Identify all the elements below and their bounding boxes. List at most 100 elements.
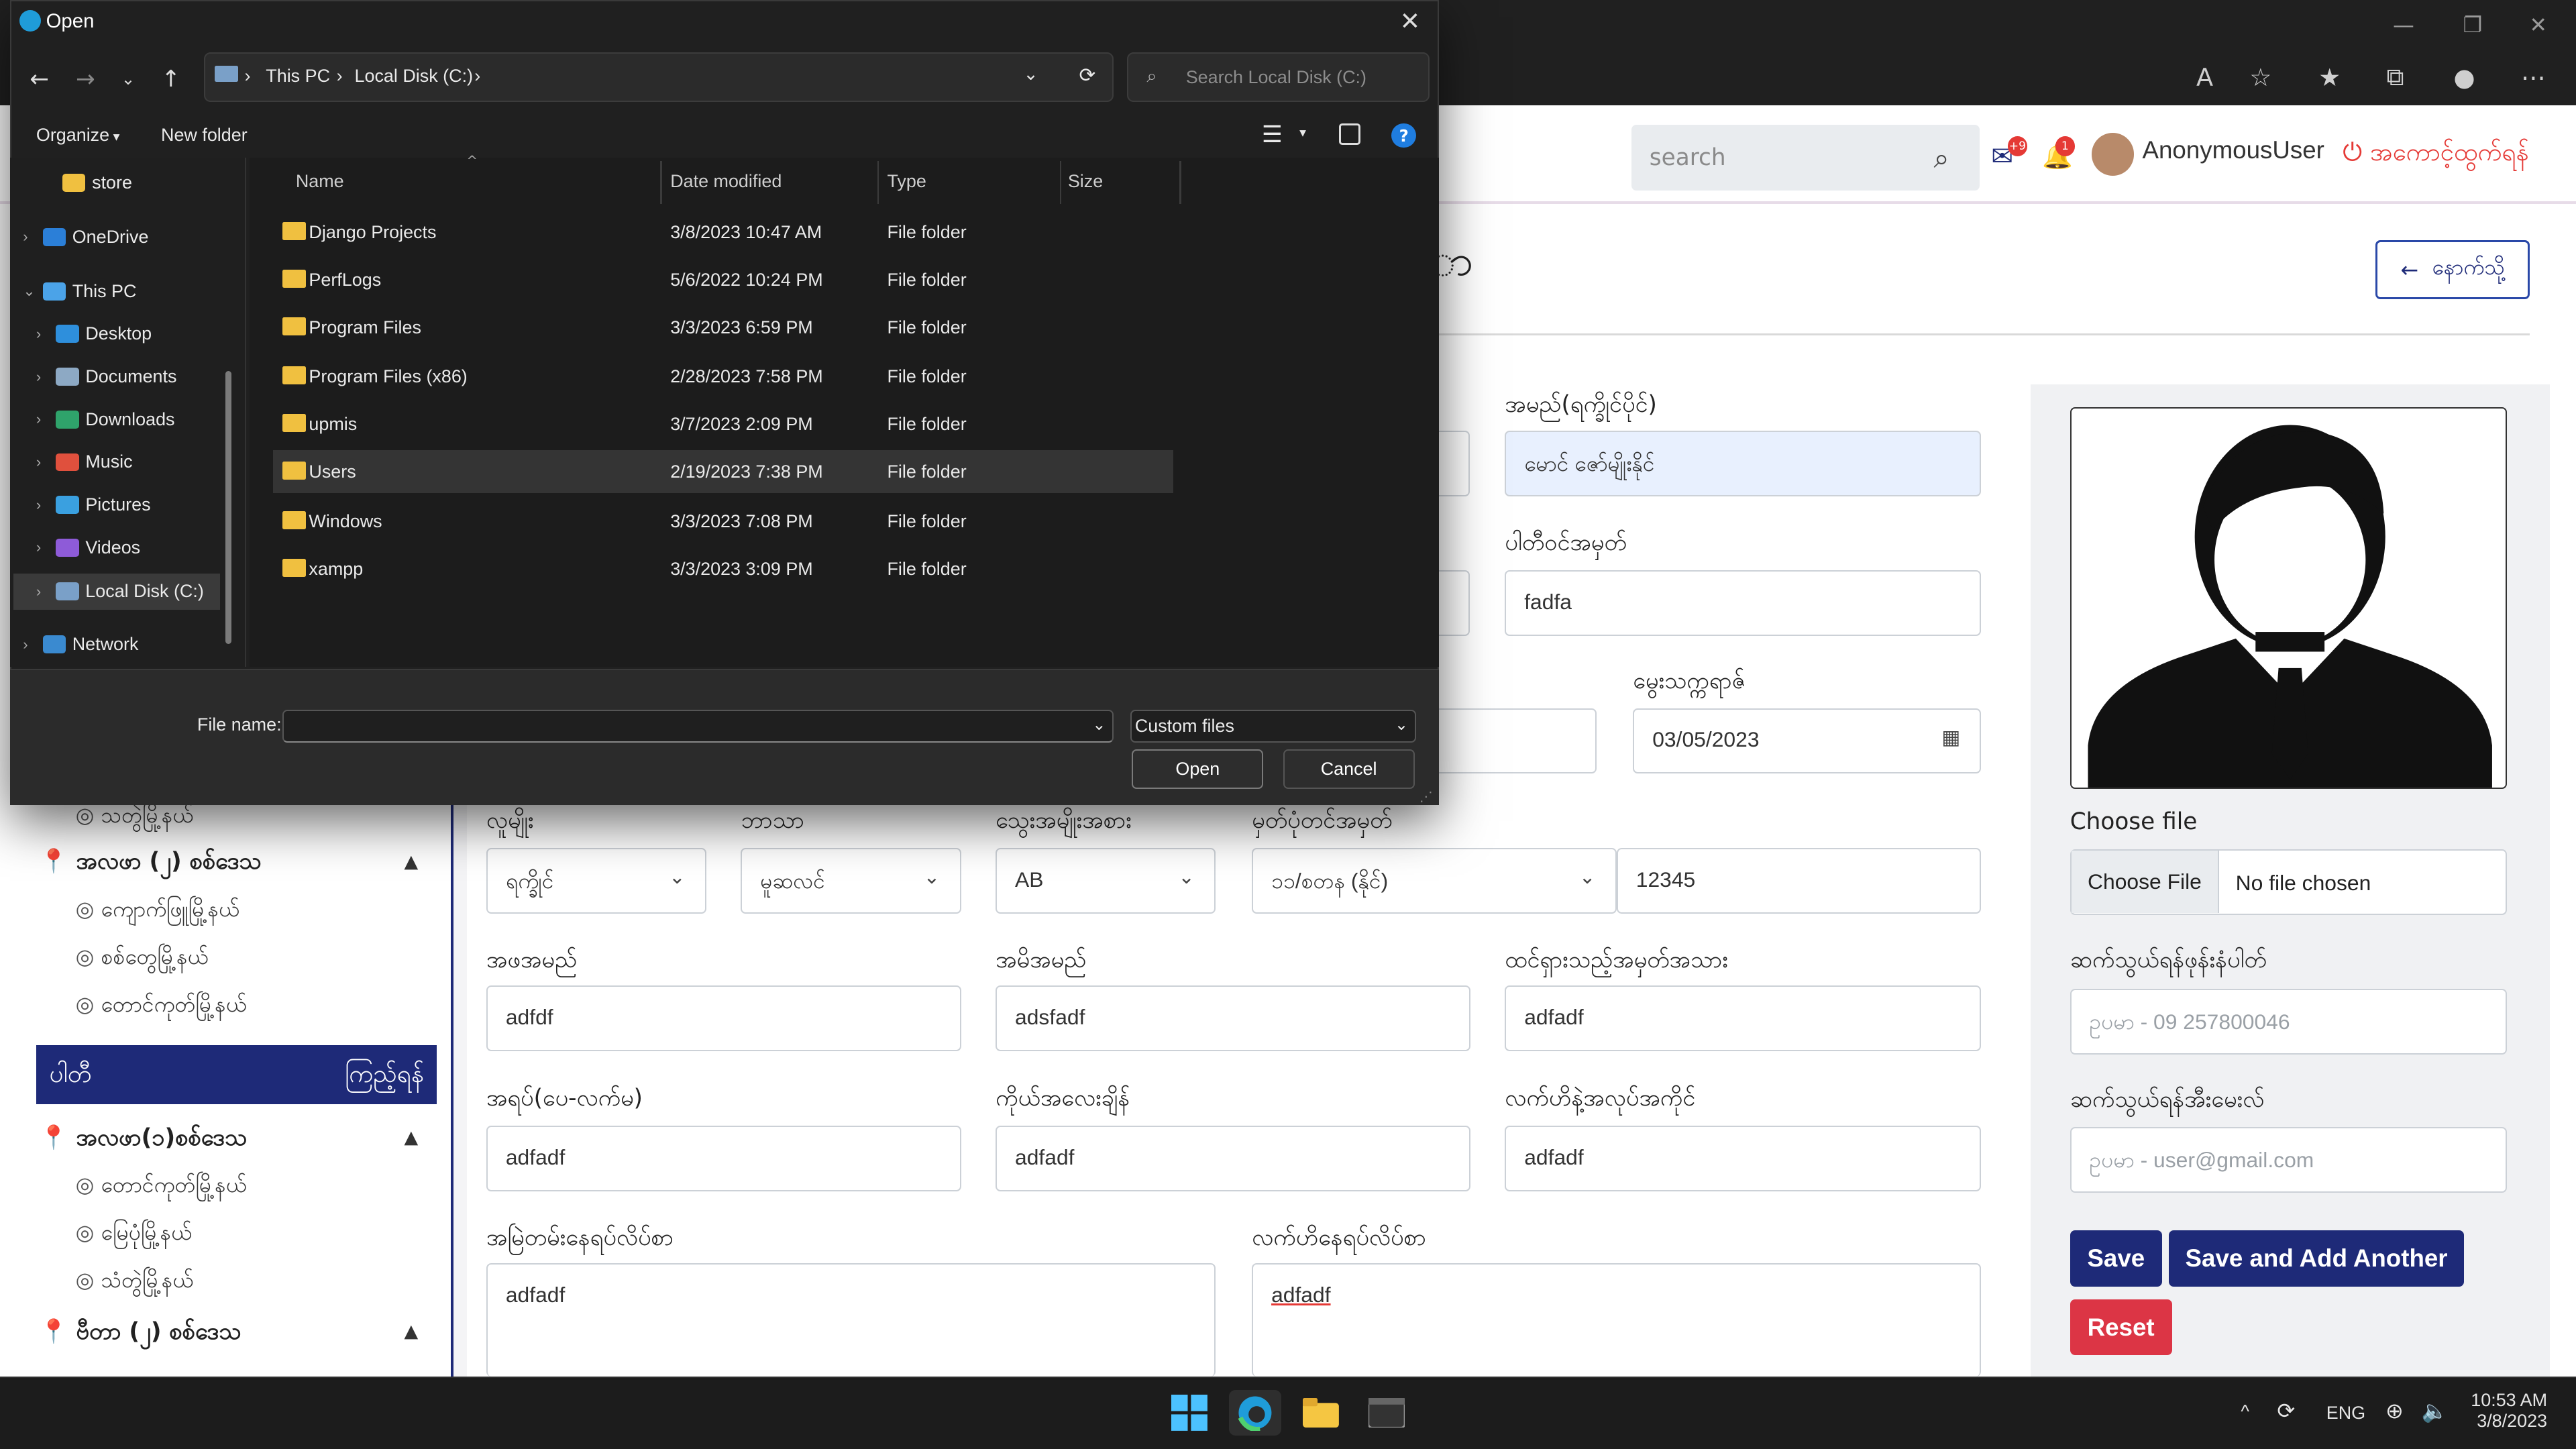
collapse-icon[interactable]: ▲: [404, 1321, 418, 1342]
expand-icon[interactable]: ›: [23, 636, 42, 653]
collapse-icon[interactable]: ⌄: [23, 282, 42, 300]
sidebar-active-item[interactable]: ပါတီ ကြည့်ရန်: [36, 1044, 437, 1104]
nav-item-documents[interactable]: › Documents: [36, 366, 177, 387]
read-aloud-icon[interactable]: A: [2182, 59, 2228, 95]
nrc-select[interactable]: ၁၁/စတန (နိုင်) ⌄: [1252, 847, 1617, 914]
mother-field[interactable]: adsfadf: [996, 985, 1470, 1052]
breadcrumb-this-pc[interactable]: This PC: [266, 66, 330, 87]
restore-icon[interactable]: ❐: [2434, 0, 2510, 49]
file-type-filter[interactable]: Custom files ⌄: [1130, 709, 1417, 743]
sidebar-item[interactable]: ◎ သတွဲမြို့နယ်: [76, 802, 193, 833]
nav-item-local-disk[interactable]: › Local Disk (C:): [13, 573, 221, 610]
language-indicator[interactable]: ENG: [2326, 1403, 2365, 1424]
recent-dropdown-icon[interactable]: ⌄: [109, 62, 148, 95]
favorite-add-icon[interactable]: ☆: [2238, 59, 2284, 95]
refresh-icon[interactable]: ⟳: [1079, 64, 1096, 87]
file-row[interactable]: Program Files (x86) 2/28/2023 7:58 PM File…: [273, 355, 1173, 398]
sidebar-item[interactable]: ◎ သံတွဲမြို့နယ်: [76, 1267, 193, 1298]
religion-select[interactable]: မူဆလင် ⌄: [741, 847, 961, 914]
address-dropdown-icon[interactable]: ⌄: [1023, 64, 1038, 85]
site-search-input[interactable]: search: [1631, 125, 1980, 191]
sidebar-item[interactable]: ◎ တောင်ကုတ်မြို့နယ်: [76, 1171, 247, 1203]
sidebar-item[interactable]: ◎ ကျောက်ဖြူမြို့နယ်: [76, 896, 239, 927]
nav-item-store[interactable]: store: [62, 172, 132, 193]
nav-scrollbar[interactable]: [225, 371, 232, 644]
logout-link[interactable]: ⏻ အကောင့်ထွက်ရန်: [2343, 136, 2528, 172]
expand-icon[interactable]: ›: [23, 228, 42, 246]
file-row[interactable]: upmis 3/7/2023 2:09 PM File folder: [273, 402, 1173, 445]
collapse-icon[interactable]: ▲: [404, 851, 418, 872]
sidebar-group-3[interactable]: 📍 ဗီတာ (၂) စစ်ဒေသ: [40, 1316, 241, 1350]
chevron-down-icon[interactable]: ▾: [1299, 125, 1306, 141]
nav-item-desktop[interactable]: › Desktop: [36, 323, 152, 344]
nav-item-onedrive[interactable]: › OneDrive: [23, 227, 148, 248]
file-row[interactable]: Windows 3/3/2023 7:08 PM File folder: [273, 499, 1173, 542]
email-input[interactable]: ဥပမာ - user@gmail.com: [2070, 1127, 2508, 1193]
clock[interactable]: 10:53 AM 3/8/2023: [2471, 1390, 2547, 1432]
column-type[interactable]: Type: [887, 171, 926, 192]
nav-item-pictures[interactable]: › Pictures: [36, 494, 151, 515]
new-folder-button[interactable]: New folder: [161, 125, 248, 146]
father-field[interactable]: adfdf: [486, 985, 961, 1052]
reset-button[interactable]: Reset: [2070, 1299, 2172, 1356]
breadcrumb-local-disk[interactable]: Local Disk (C:): [355, 66, 474, 87]
save-button[interactable]: Save: [2070, 1230, 2162, 1287]
mark-field[interactable]: adfadf: [1505, 985, 1982, 1052]
column-date[interactable]: Date modified: [670, 171, 782, 192]
back-button[interactable]: ← နောက်သို့: [2375, 239, 2530, 299]
terminal-icon[interactable]: [1360, 1390, 1413, 1436]
column-name[interactable]: Name: [296, 171, 344, 192]
file-row-selected[interactable]: Users 2/19/2023 7:38 PM File folder: [272, 450, 1173, 493]
back-arrow-icon[interactable]: ←: [19, 62, 59, 95]
edge-icon[interactable]: [1228, 1389, 1282, 1436]
up-arrow-icon[interactable]: ↑: [151, 62, 191, 95]
collapse-icon[interactable]: ▲: [404, 1127, 418, 1148]
user-name[interactable]: AnonymousUser: [2142, 136, 2324, 164]
curr-addr-field[interactable]: adfadf: [1252, 1263, 1982, 1377]
nav-item-network[interactable]: › Network: [23, 634, 138, 655]
column-separator[interactable]: [660, 161, 662, 204]
dialog-close-icon[interactable]: ✕: [1400, 7, 1421, 36]
expand-icon[interactable]: ›: [36, 325, 56, 343]
address-bar[interactable]: › This PC › Local Disk (C:) › ⌄ ⟳: [203, 52, 1114, 102]
preview-pane-icon[interactable]: [1338, 123, 1360, 145]
nav-item-downloads[interactable]: › Downloads: [36, 409, 175, 430]
favorites-icon[interactable]: ★: [2306, 59, 2353, 95]
resize-grip-icon[interactable]: ⋰: [1419, 789, 1433, 804]
dob-field[interactable]: 03/05/2023 ▦: [1633, 708, 1982, 774]
sync-icon[interactable]: ⟳: [2277, 1398, 2295, 1424]
column-separator[interactable]: [877, 161, 879, 204]
column-size[interactable]: Size: [1068, 171, 1103, 192]
phone-input[interactable]: ဥပမာ - 09 257800046: [2070, 989, 2508, 1055]
calendar-icon[interactable]: ▦: [1941, 726, 1960, 749]
expand-icon[interactable]: ›: [36, 539, 56, 556]
work-field[interactable]: adfadf: [1505, 1125, 1982, 1191]
network-icon[interactable]: ⊕: [2385, 1398, 2404, 1424]
close-window-icon[interactable]: ✕: [2500, 0, 2576, 49]
volume-icon[interactable]: 🔈: [2422, 1398, 2449, 1424]
expand-icon[interactable]: ›: [36, 453, 56, 471]
file-row[interactable]: xampp 3/3/2023 3:09 PM File folder: [273, 547, 1173, 590]
profile-icon[interactable]: ●: [2441, 59, 2487, 95]
sidebar-item[interactable]: ◎ စစ်တွေမြို့နယ်: [76, 943, 209, 975]
expand-icon[interactable]: ›: [36, 411, 56, 428]
nrc-number-field[interactable]: 12345: [1616, 847, 1982, 914]
file-explorer-icon[interactable]: [1295, 1390, 1347, 1436]
race-select[interactable]: ရက္ခိုင် ⌄: [486, 847, 707, 914]
expand-icon[interactable]: ›: [36, 368, 56, 386]
minimize-icon[interactable]: —: [2366, 0, 2442, 49]
organize-menu[interactable]: Organize ▾: [36, 125, 120, 146]
help-icon[interactable]: ?: [1391, 123, 1417, 148]
file-input[interactable]: Choose File No file chosen: [2070, 849, 2508, 916]
file-row[interactable]: PerfLogs 5/6/2022 10:24 PM File folder: [273, 258, 1173, 301]
choose-file-button[interactable]: Choose File: [2071, 851, 2220, 914]
view-options-icon[interactable]: ☰: [1262, 121, 1283, 148]
passport-field[interactable]: fadfa: [1505, 570, 1982, 636]
chevron-down-icon[interactable]: ⌄: [1092, 714, 1106, 735]
sidebar-group-2[interactable]: 📍 အလဖာ(၁)စစ်ဒေသ: [40, 1122, 247, 1157]
file-row[interactable]: Django Projects 3/8/2023 10:47 AM File fol…: [273, 210, 1173, 253]
column-separator[interactable]: [1059, 161, 1062, 204]
sidebar-item[interactable]: ◎ မြေပုံမြို့နယ်: [76, 1219, 192, 1250]
expand-icon[interactable]: ›: [36, 583, 56, 600]
nav-item-videos[interactable]: › Videos: [36, 537, 140, 558]
